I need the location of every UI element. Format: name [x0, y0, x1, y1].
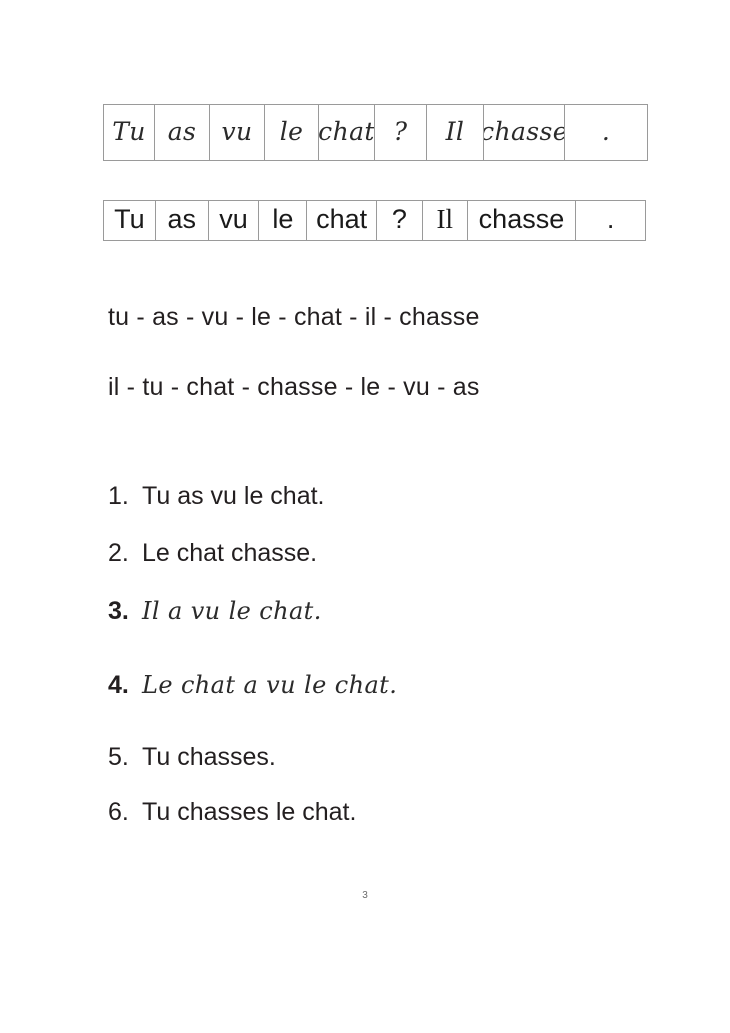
- sentence-text: Tu chasses le chat.: [142, 798, 357, 826]
- word-cell: as: [155, 105, 210, 160]
- sentence-item: 2. Le chat chasse.: [108, 539, 317, 568]
- word-strip-print: Tu as vu le chat ? Il chasse .: [103, 200, 646, 241]
- sentence-text: Il a vu le chat.: [142, 597, 322, 625]
- word-cell: Il: [423, 201, 468, 240]
- word-list-line: tu - as - vu - le - chat - il - chasse: [108, 303, 480, 331]
- word-cell: chasse: [468, 201, 577, 240]
- sentence-text: Le chat chasse.: [142, 539, 318, 567]
- sentence-number: 1.: [108, 482, 129, 510]
- sentence-number: 6.: [108, 798, 129, 826]
- sentence-item: 5. Tu chasses.: [108, 743, 276, 772]
- sentence-item: 4. Le chat a vu le chat.: [108, 671, 397, 700]
- sentence-item: 3. Il a vu le chat.: [108, 597, 322, 626]
- punctuation-cell: .: [601, 117, 611, 146]
- word-cell: Il: [427, 105, 484, 160]
- word-cell: chat: [307, 201, 377, 240]
- sentence-text: Le chat a vu le chat.: [142, 671, 398, 699]
- punctuation-cell: ?: [377, 201, 423, 240]
- word-list-line: il - tu - chat - chasse - le - vu - as: [108, 373, 480, 401]
- sentence-text: Tu as vu le chat.: [142, 482, 325, 510]
- worksheet-page: Tu as vu le chat ? Il chasse . Tu as vu …: [0, 0, 730, 1033]
- word-cell: as: [156, 201, 209, 240]
- punctuation-cell: .: [606, 204, 615, 234]
- word-cell: vu: [209, 201, 260, 240]
- word-strip-cursive: Tu as vu le chat ? Il chasse .: [103, 104, 648, 161]
- sentence-number: 4.: [108, 671, 129, 699]
- sentence-item: 6. Tu chasses le chat.: [108, 798, 356, 827]
- word-cell: Tu: [104, 105, 155, 160]
- word-cell: le: [259, 201, 308, 240]
- punctuation-cell: ?: [375, 105, 427, 160]
- sentence-item: 1. Tu as vu le chat.: [108, 482, 325, 511]
- word-cell: chasse: [484, 105, 565, 160]
- word-cell: chat: [319, 105, 375, 160]
- sentence-number: 3.: [108, 597, 129, 625]
- sentence-number: 2.: [108, 539, 129, 567]
- sentence-text: Tu chasses.: [142, 743, 276, 771]
- word-cell: vu: [210, 105, 265, 160]
- word-cell: le: [265, 105, 319, 160]
- sentence-number: 5.: [108, 743, 129, 771]
- word-cell: Tu: [104, 201, 156, 240]
- page-number: 3: [362, 890, 368, 901]
